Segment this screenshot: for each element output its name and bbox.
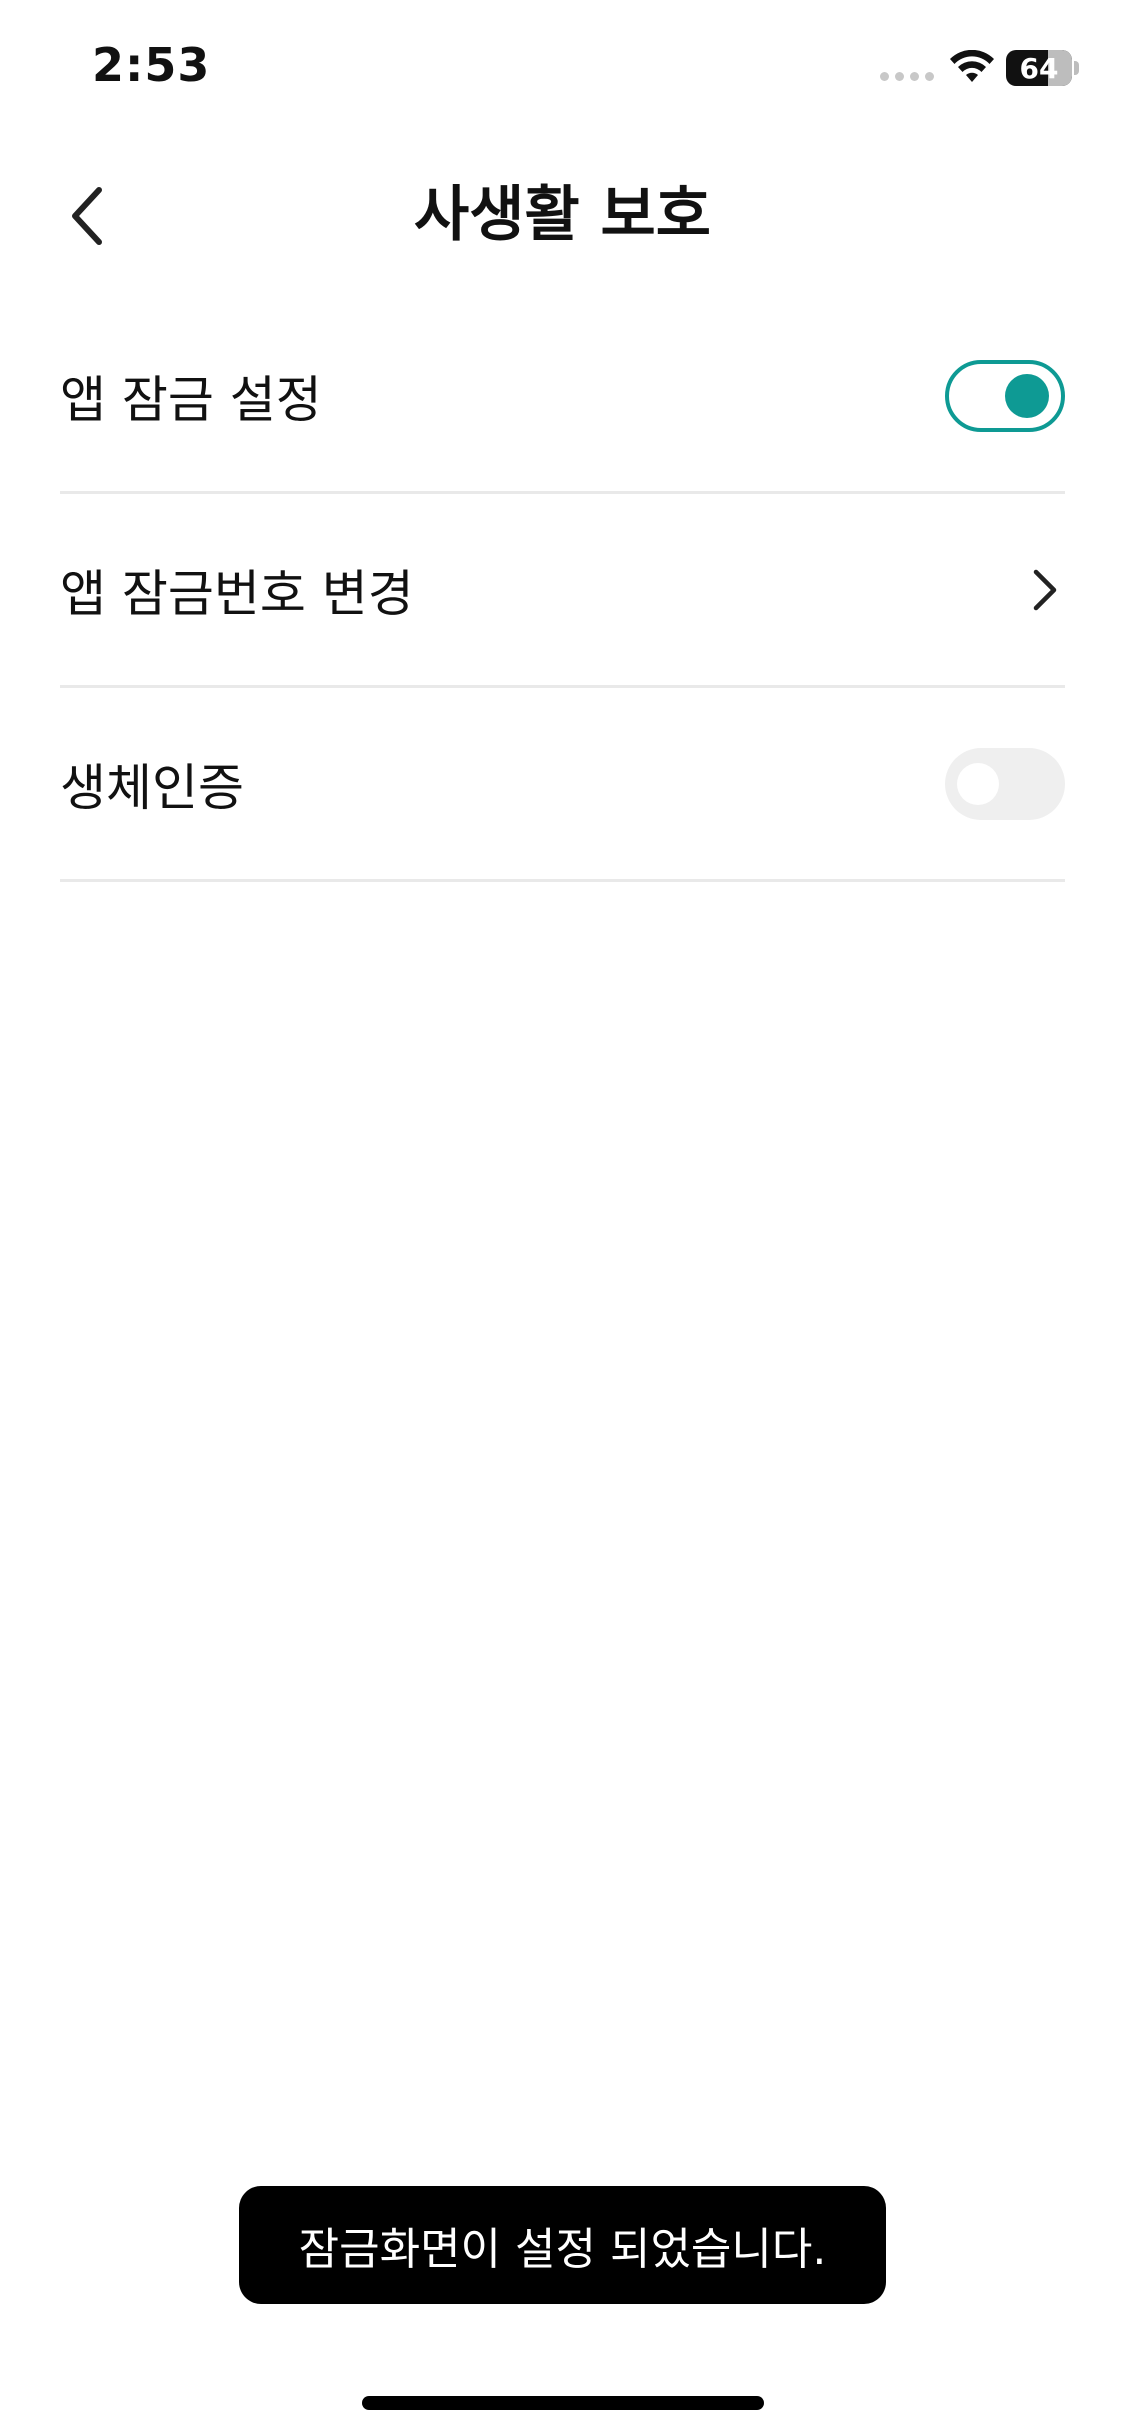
app-lock-label: 앱 잠금 설정 [60, 370, 322, 429]
settings-row-biometric[interactable]: 생체인증 [60, 688, 1065, 882]
toggle-knob [1005, 373, 1049, 418]
wifi-icon [950, 50, 994, 82]
biometric-label: 생체인증 [60, 758, 244, 817]
cellular-signal-dots-icon [880, 72, 936, 82]
battery-cap [1074, 61, 1079, 75]
biometric-toggle[interactable] [945, 747, 1065, 820]
page-title: 사생활 보호 [414, 180, 711, 250]
chevron-right-icon[interactable] [1025, 564, 1065, 616]
status-bar: 2:53 64 [0, 0, 1125, 140]
toast-text: 잠금화면이 설정 되었습니다. [298, 2224, 827, 2275]
change-passcode-label: 앱 잠금번호 변경 [60, 564, 414, 623]
settings-row-change-passcode[interactable]: 앱 잠금번호 변경 [60, 494, 1065, 688]
settings-list: 앱 잠금 설정 앱 잠금번호 변경 생체인증 [60, 300, 1065, 882]
app-lock-toggle[interactable] [945, 359, 1065, 432]
home-indicator[interactable] [362, 2396, 764, 2410]
toast-message: 잠금화면이 설정 되었습니다. [239, 2186, 886, 2304]
chevron-left-icon [72, 187, 102, 245]
status-time: 2:53 [92, 38, 211, 92]
battery-level: 64 [1019, 51, 1059, 85]
battery-icon: 64 [1006, 50, 1072, 86]
settings-row-app-lock[interactable]: 앱 잠금 설정 [60, 300, 1065, 494]
toggle-knob [957, 762, 999, 805]
back-button[interactable] [52, 178, 122, 254]
navigation-header: 사생활 보호 [0, 160, 1125, 270]
